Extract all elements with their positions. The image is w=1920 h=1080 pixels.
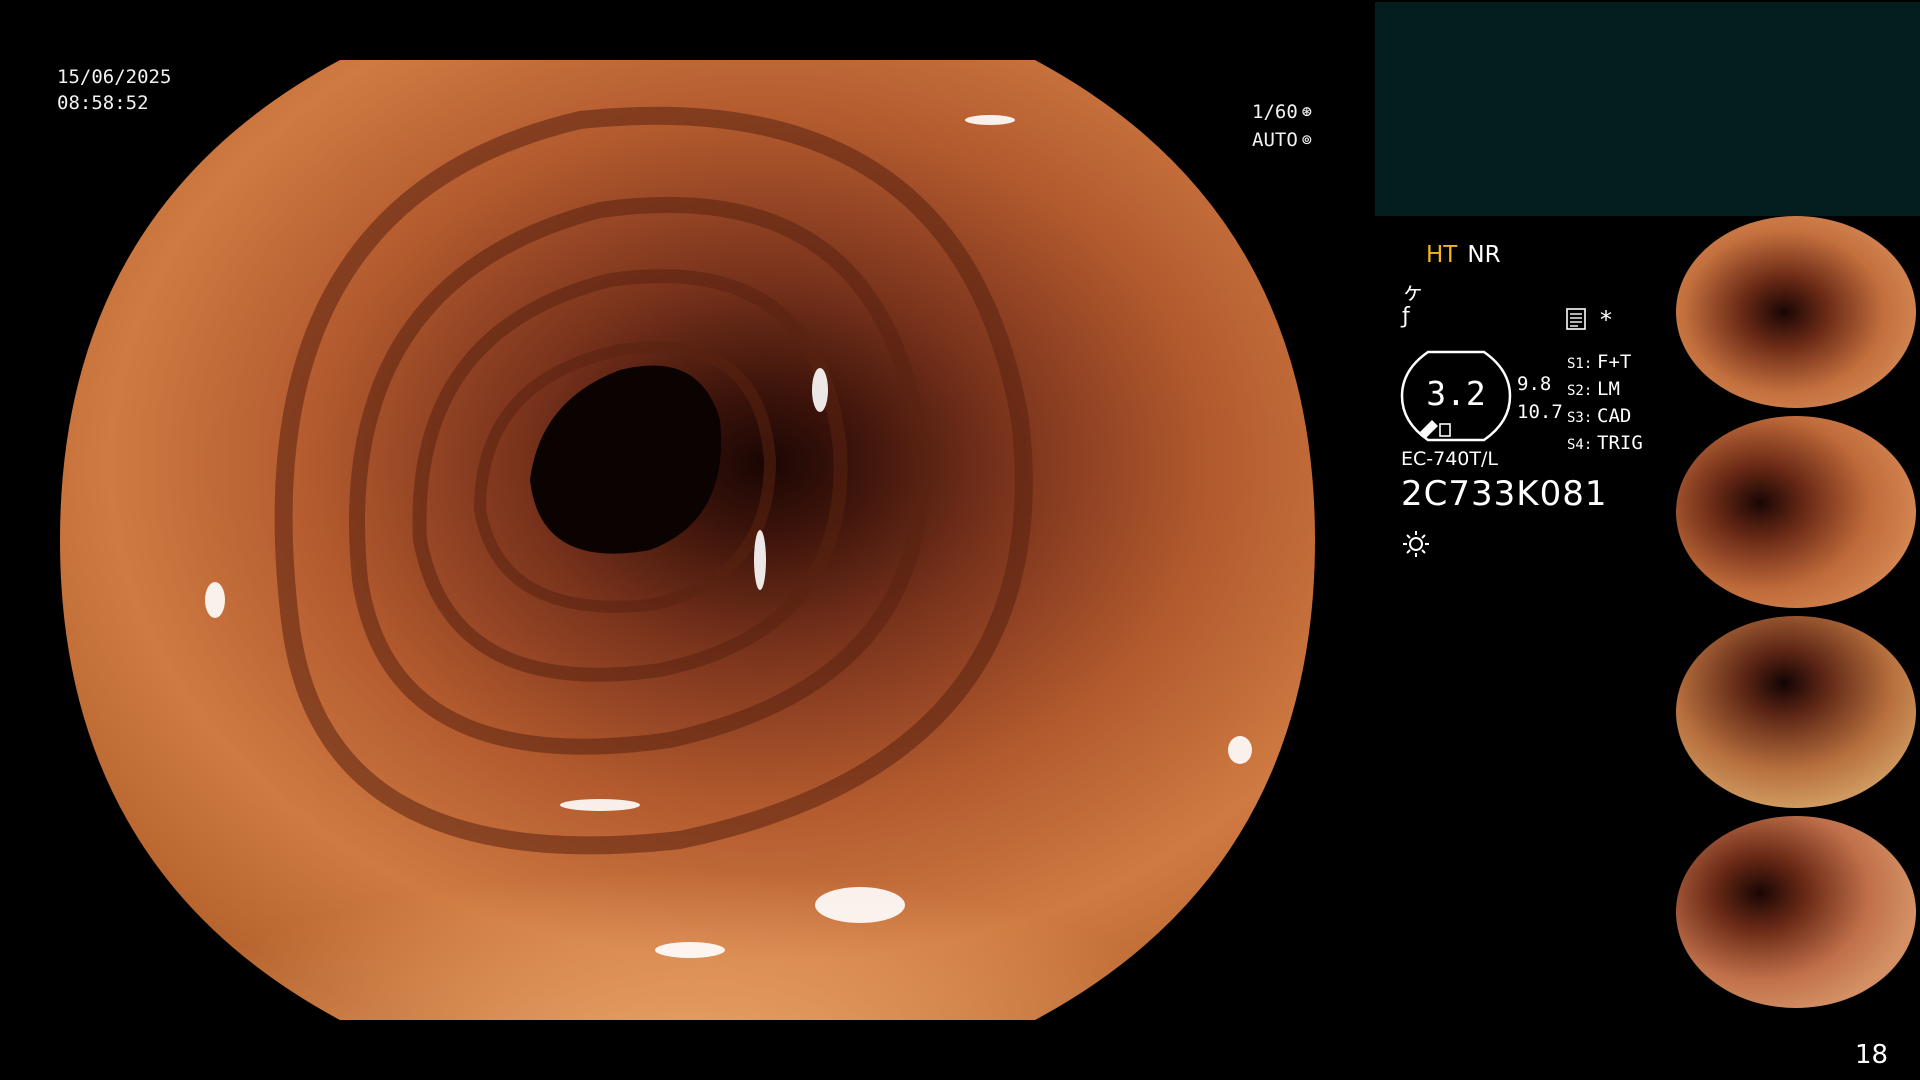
switch-value: TRIG xyxy=(1597,432,1643,454)
exposure-readout: 1/60 ⊛ AUTO ⊚ xyxy=(1252,98,1312,154)
sun-icon xyxy=(1403,531,1429,557)
switch-value: LM xyxy=(1597,378,1620,400)
zoom-meta: 9.8 10.7 xyxy=(1517,370,1563,426)
switch-row: S1: F+T xyxy=(1567,350,1643,377)
capture-thumbnail[interactable] xyxy=(1673,616,1920,808)
scope-switch-list: S1: F+T S2: LM S3: CAD S4: TRIG xyxy=(1567,350,1643,458)
switch-value: CAD xyxy=(1597,405,1632,427)
aperture-icon: ⊛ xyxy=(1301,102,1313,122)
zoom-value: 3.2 xyxy=(1426,374,1486,413)
scope-serial: 2C733K081 xyxy=(1401,474,1608,514)
structure-enhance-icon: ヶ xyxy=(1402,280,1425,305)
switch-row: S2: LM xyxy=(1567,377,1643,404)
switch-key: S3: xyxy=(1567,410,1593,426)
document-icon xyxy=(1566,308,1586,330)
info-panel-background xyxy=(1375,2,1920,216)
capture-thumbnail[interactable] xyxy=(1673,416,1920,608)
image-enhancement-status: HT NR xyxy=(1426,242,1501,268)
ht-label: HT xyxy=(1426,242,1458,268)
nr-label: NR xyxy=(1467,242,1501,268)
zoom-meta-top: 9.8 xyxy=(1517,373,1552,395)
marker-star: * xyxy=(1600,306,1612,334)
switch-row: S3: CAD xyxy=(1567,404,1643,431)
iris-icon: ⊚ xyxy=(1301,130,1313,150)
capture-thumbnail[interactable] xyxy=(1673,216,1920,408)
exposure-mode-text: AUTO xyxy=(1252,129,1298,151)
switch-value: F+T xyxy=(1597,351,1632,373)
time-text: 08:58:52 xyxy=(57,92,149,114)
endoscopy-main-view xyxy=(60,60,1315,1020)
switch-key: S2: xyxy=(1567,383,1593,399)
page-number: 18 xyxy=(1855,1040,1889,1070)
switch-key: S1: xyxy=(1567,356,1593,372)
zoom-meta-bottom: 10.7 xyxy=(1517,401,1563,423)
switch-row: S4: TRIG xyxy=(1567,431,1643,458)
switch-key: S4: xyxy=(1567,437,1593,453)
color-enhance-icon: ƒ xyxy=(1402,304,1410,329)
capture-thumbnail[interactable] xyxy=(1673,816,1920,1008)
shutter-speed-text: 1/60 xyxy=(1252,101,1298,123)
date-text: 15/06/2025 xyxy=(57,66,172,88)
timestamp: 15/06/2025 08:58:52 xyxy=(57,64,171,116)
scope-model: EC-740T/L xyxy=(1401,448,1498,470)
